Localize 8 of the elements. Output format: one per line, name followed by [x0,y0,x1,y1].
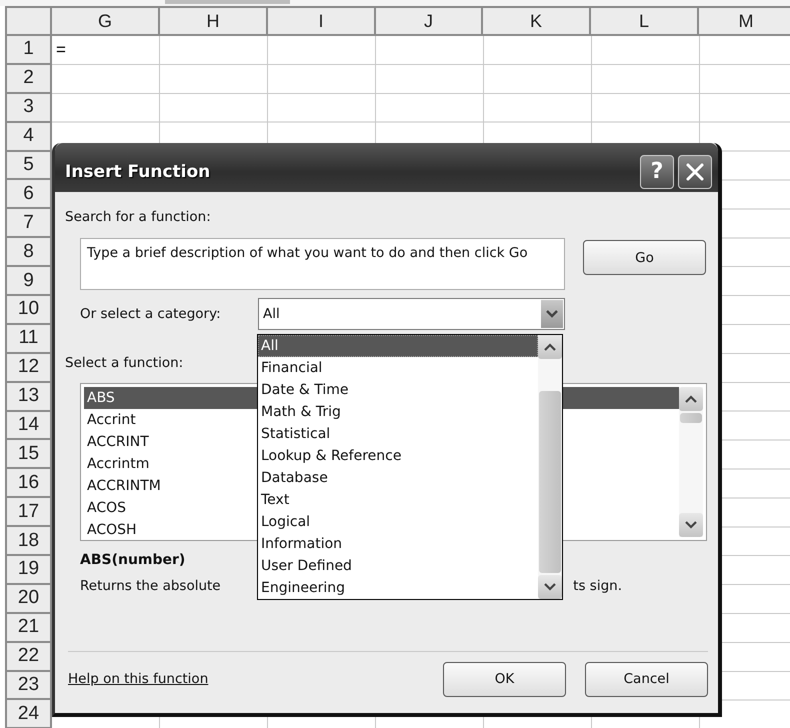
description-text: ts sign. [573,577,622,595]
function-label: Select a function: [65,354,184,372]
function-signature: ABS(number) [80,551,186,569]
category-label: Or select a category: [80,306,222,322]
description-text: Returns the absolute [80,577,221,595]
cell-text: = [56,40,66,60]
search-label: Search for a function: [65,208,211,226]
window-title: Insert Function [65,162,210,182]
